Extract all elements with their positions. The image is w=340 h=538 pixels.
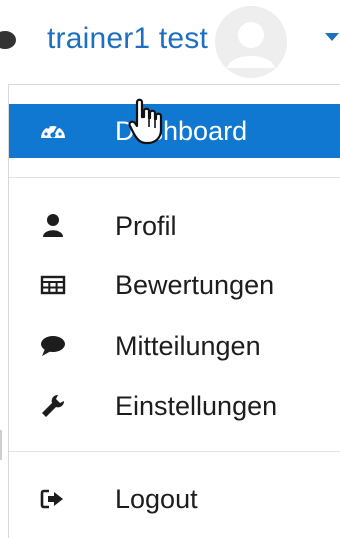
user-icon <box>38 211 68 241</box>
divider <box>9 451 340 452</box>
menu-item-label: Logout <box>115 483 198 514</box>
menu-item-label: Profil <box>115 210 177 241</box>
menu-item-dashboard[interactable]: Dashboard <box>9 104 340 158</box>
divider <box>9 177 340 178</box>
menu-item-profil[interactable]: Profil <box>9 199 340 253</box>
status-dot-icon <box>0 31 16 49</box>
table-icon <box>38 270 68 300</box>
hand-cursor-icon <box>128 98 163 145</box>
user-menu-toggle[interactable]: trainer1 test <box>0 0 340 80</box>
menu-item-einstellungen[interactable]: Einstellungen <box>9 379 340 433</box>
avatar[interactable] <box>215 6 287 78</box>
menu-item-bewertungen[interactable]: Bewertungen <box>9 258 340 312</box>
chat-bubble-icon <box>38 331 68 361</box>
menu-item-logout[interactable]: Logout <box>9 472 340 526</box>
page-edge-line <box>0 430 2 460</box>
dashboard-gauge-icon <box>38 116 68 146</box>
sign-out-icon <box>38 484 68 514</box>
menu-item-mitteilungen[interactable]: Mitteilungen <box>9 319 340 373</box>
caret-down-icon[interactable] <box>325 33 339 41</box>
menu-item-label: Bewertungen <box>115 269 275 300</box>
user-avatar-icon <box>215 6 287 78</box>
user-dropdown-menu: Dashboard Profil Bewertungen Mitteilunge… <box>8 84 340 538</box>
page: trainer1 test Dashboard Profil Bewertung… <box>0 0 340 538</box>
menu-item-label: Einstellungen <box>115 390 278 421</box>
user-name[interactable]: trainer1 test <box>47 22 208 56</box>
menu-item-label: Mitteilungen <box>115 330 261 361</box>
wrench-icon <box>38 391 68 421</box>
